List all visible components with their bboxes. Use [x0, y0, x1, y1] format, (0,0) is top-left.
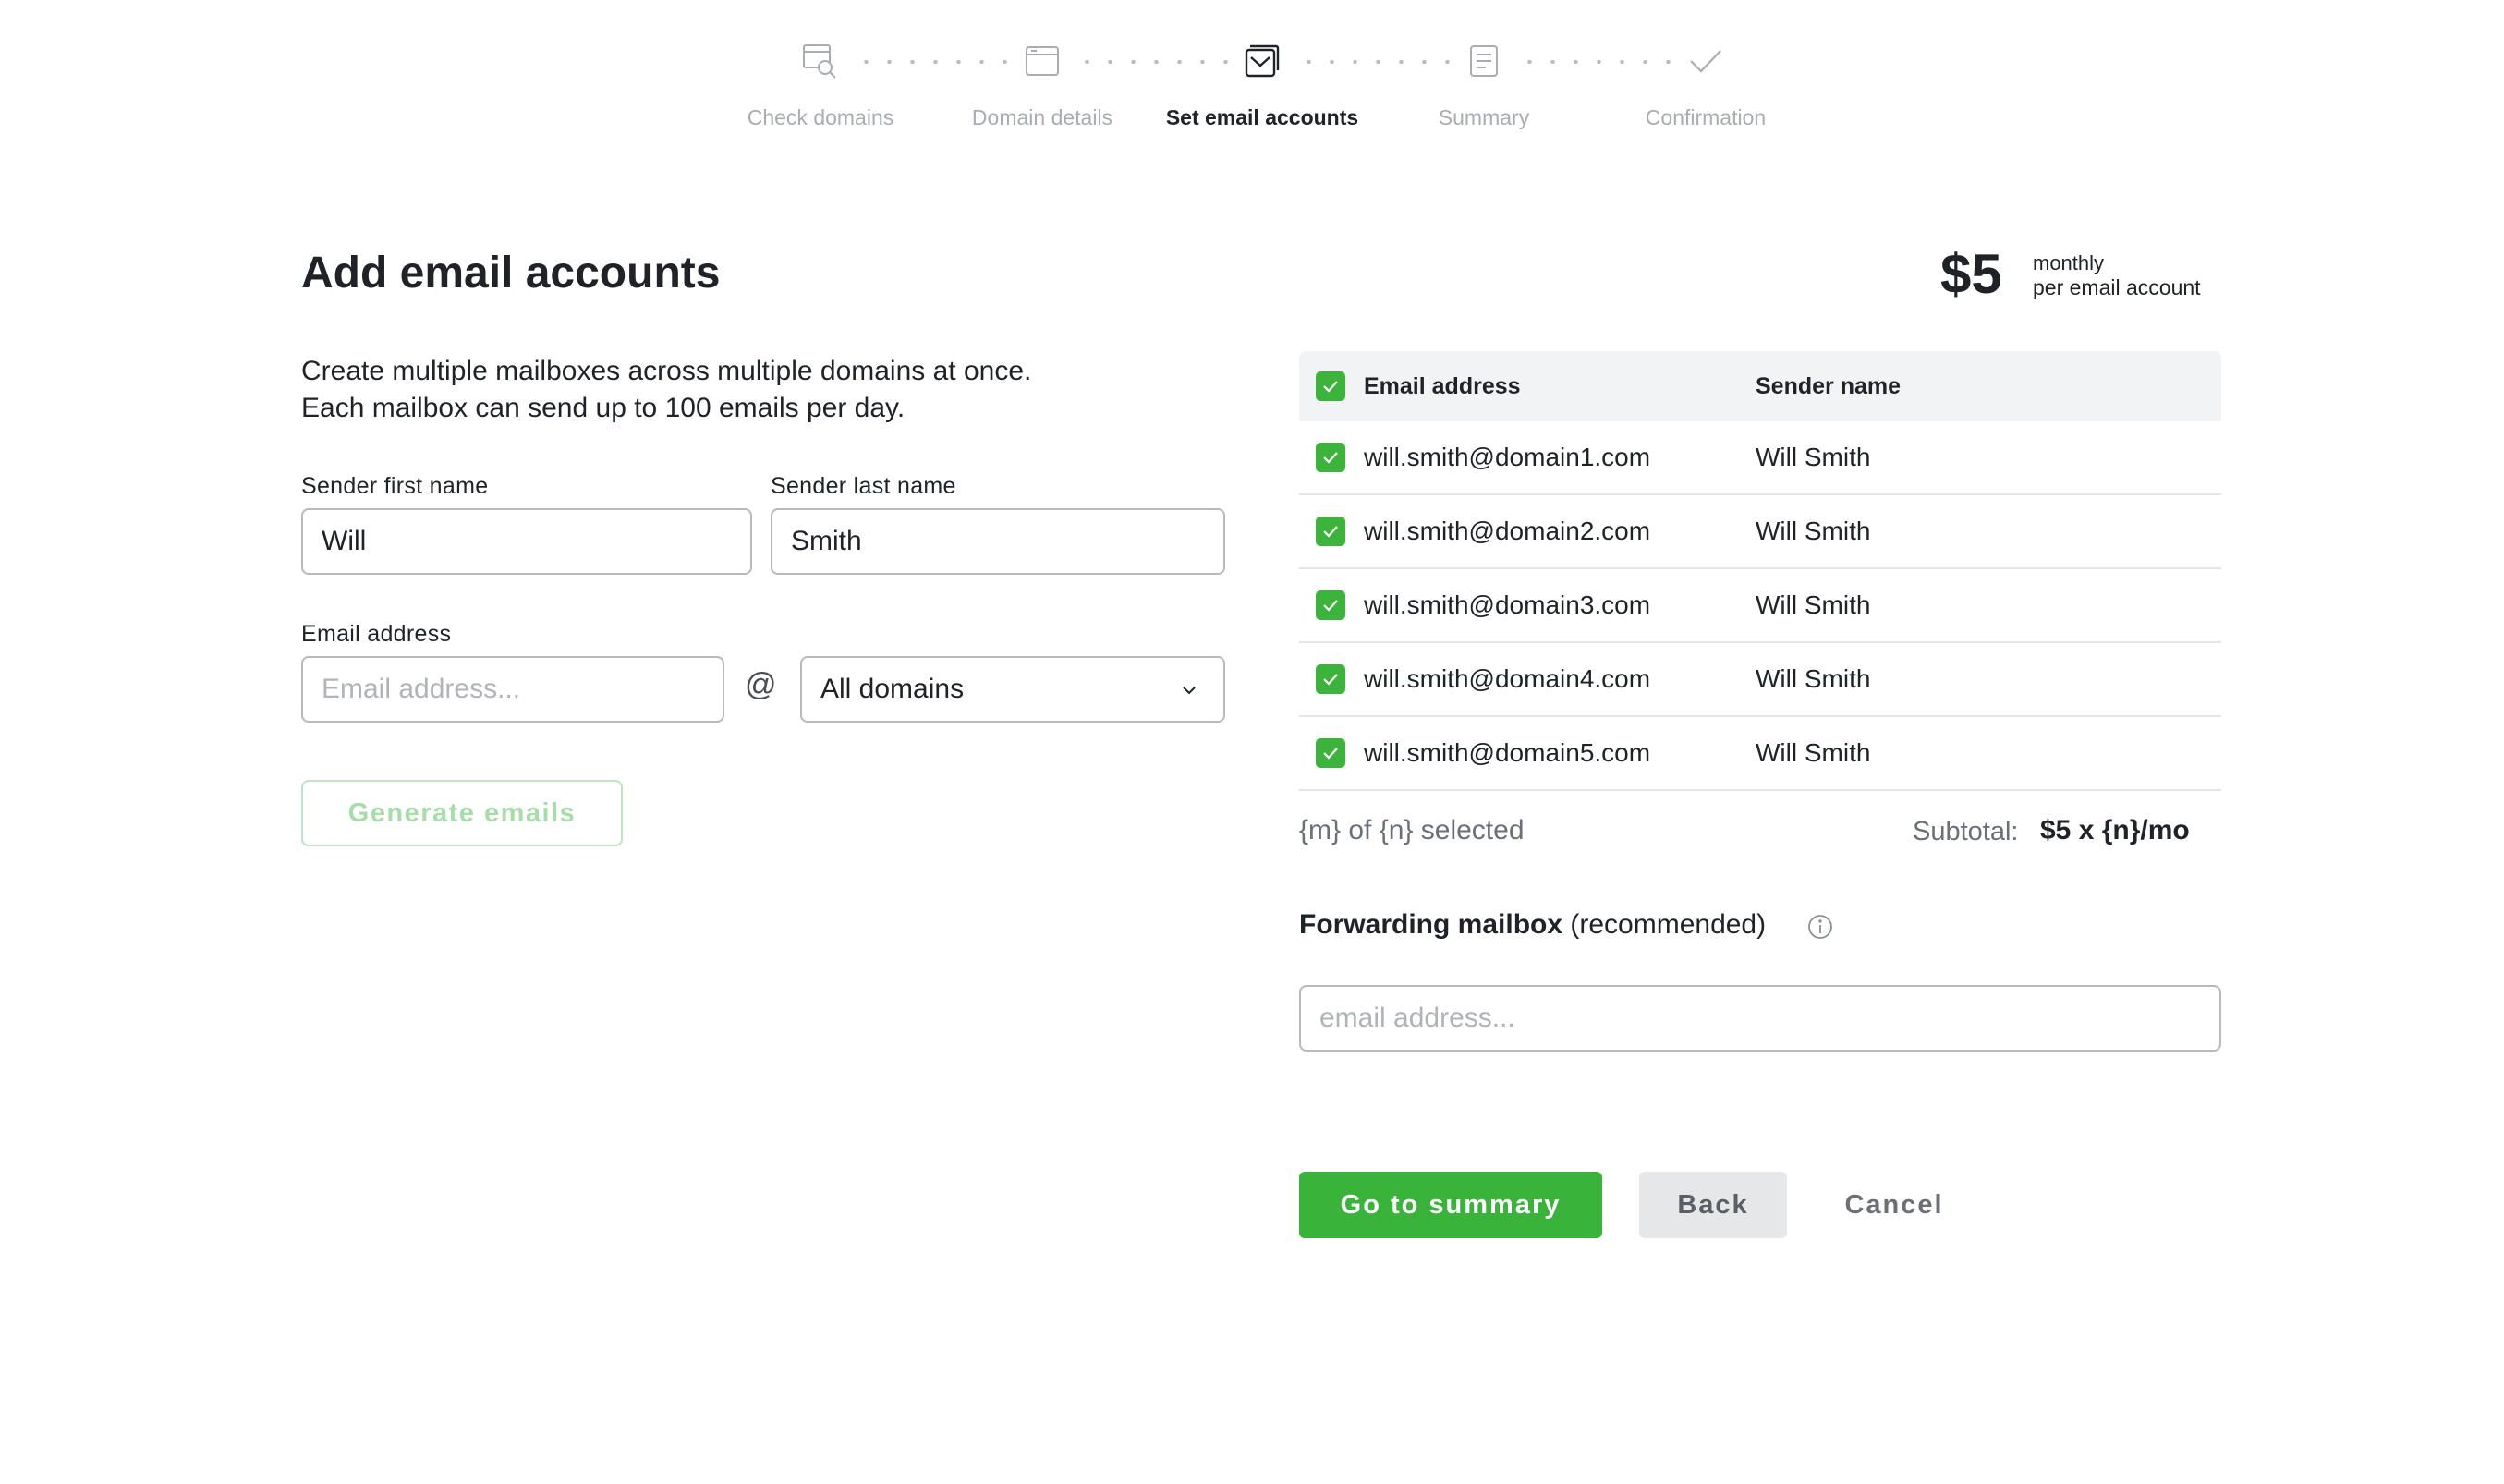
- chevron-down-icon: [1183, 687, 1196, 695]
- cancel-button[interactable]: Cancel: [1820, 1172, 1968, 1238]
- checkmark-icon: [1687, 43, 1724, 79]
- email-accounts-icon: [1244, 43, 1281, 79]
- check-icon: [1323, 526, 1338, 538]
- header-email-address: Email address: [1364, 372, 1521, 399]
- check-icon: [1323, 600, 1338, 612]
- table-row: will.smith@domain3.com Will Smith: [1299, 569, 2221, 643]
- selected-count: {m} of {n} selected: [1299, 815, 1525, 845]
- email-local-part-input[interactable]: [301, 656, 724, 723]
- intro-line-2: Each mailbox can send up to 100 emails p…: [301, 393, 906, 423]
- stepper-connector: [1297, 60, 1459, 64]
- row-email: will.smith@domain1.com: [1364, 443, 1651, 471]
- subtotal-label: Subtotal:: [1913, 817, 2019, 846]
- forwarding-title-note: (recommended): [1562, 909, 1767, 940]
- forwarding-mailbox-title: Forwarding mailbox (recommended): [1299, 909, 1766, 941]
- last-name-input[interactable]: [771, 508, 1225, 575]
- check-icon: [1323, 748, 1338, 760]
- table-row: will.smith@domain2.com Will Smith: [1299, 495, 2221, 569]
- table-row: will.smith@domain1.com Will Smith: [1299, 421, 2221, 495]
- domain-select[interactable]: All domains: [800, 656, 1225, 723]
- row-sender-name: Will Smith: [1756, 517, 1871, 545]
- forwarding-title-bold: Forwarding mailbox: [1299, 909, 1563, 940]
- step-label-set-email-accounts: Set email accounts: [1165, 105, 1359, 129]
- row-checkbox[interactable]: [1316, 443, 1345, 472]
- header-sender-name: Sender name: [1756, 372, 1902, 399]
- email-accounts-table: Email address Sender name will.smith@dom…: [1299, 351, 2221, 791]
- first-name-input[interactable]: [301, 508, 752, 575]
- row-checkbox[interactable]: [1316, 738, 1345, 768]
- stepper-connector: [1076, 60, 1237, 64]
- check-icon: [1323, 452, 1338, 464]
- row-sender-name: Will Smith: [1756, 590, 1871, 619]
- row-checkbox[interactable]: [1316, 590, 1345, 620]
- stepper-connector: [1518, 60, 1680, 64]
- page-title: Add email accounts: [301, 249, 721, 298]
- row-email: will.smith@domain3.com: [1364, 590, 1651, 619]
- table-row: will.smith@domain5.com Will Smith: [1299, 717, 2221, 791]
- document-icon: [1465, 43, 1502, 79]
- select-all-checkbox[interactable]: [1316, 371, 1345, 401]
- domain-search-icon: [802, 43, 839, 79]
- at-sign: @: [745, 667, 777, 702]
- row-email: will.smith@domain2.com: [1364, 517, 1651, 545]
- browser-window-icon: [1024, 43, 1061, 79]
- domain-select-value: All domains: [820, 674, 965, 704]
- last-name-label: Sender last name: [771, 473, 956, 499]
- subtotal-value: $5 x {n}/mo: [2040, 815, 2190, 845]
- step-label-confirmation: Confirmation: [1645, 105, 1767, 129]
- check-icon: [1323, 381, 1338, 393]
- intro-line-1: Create multiple mailboxes across multipl…: [301, 356, 1032, 386]
- generate-emails-button[interactable]: Generate emails: [301, 780, 623, 846]
- row-checkbox[interactable]: [1316, 517, 1345, 546]
- price-amount: $5: [1940, 243, 2002, 305]
- check-icon: [1323, 674, 1338, 686]
- row-email: will.smith@domain4.com: [1364, 664, 1651, 693]
- step-label-domain-details: Domain details: [971, 105, 1113, 129]
- row-checkbox[interactable]: [1316, 664, 1345, 694]
- row-email: will.smith@domain5.com: [1364, 738, 1651, 767]
- forwarding-email-input[interactable]: [1299, 985, 2221, 1052]
- step-label-check-domains: Check domains: [747, 105, 894, 129]
- row-sender-name: Will Smith: [1756, 443, 1871, 471]
- step-label-summary: Summary: [1438, 105, 1530, 129]
- table-row: will.smith@domain4.com Will Smith: [1299, 643, 2221, 717]
- first-name-label: Sender first name: [301, 473, 489, 499]
- intro-text: Create multiple mailboxes across multipl…: [301, 353, 1225, 427]
- go-to-summary-button[interactable]: Go to summary: [1299, 1172, 1602, 1238]
- email-address-label: Email address: [301, 621, 452, 647]
- row-sender-name: Will Smith: [1756, 664, 1871, 693]
- back-button[interactable]: Back: [1639, 1172, 1787, 1238]
- table-header: Email address Sender name: [1299, 351, 2221, 421]
- progress-stepper: Check domains Domain details Set email a…: [0, 0, 2504, 148]
- stepper-connector: [855, 60, 1016, 64]
- info-icon[interactable]: [1806, 913, 1834, 941]
- price-unit: per email account: [2033, 275, 2201, 299]
- row-sender-name: Will Smith: [1756, 738, 1871, 767]
- price-period: monthly: [2033, 251, 2105, 274]
